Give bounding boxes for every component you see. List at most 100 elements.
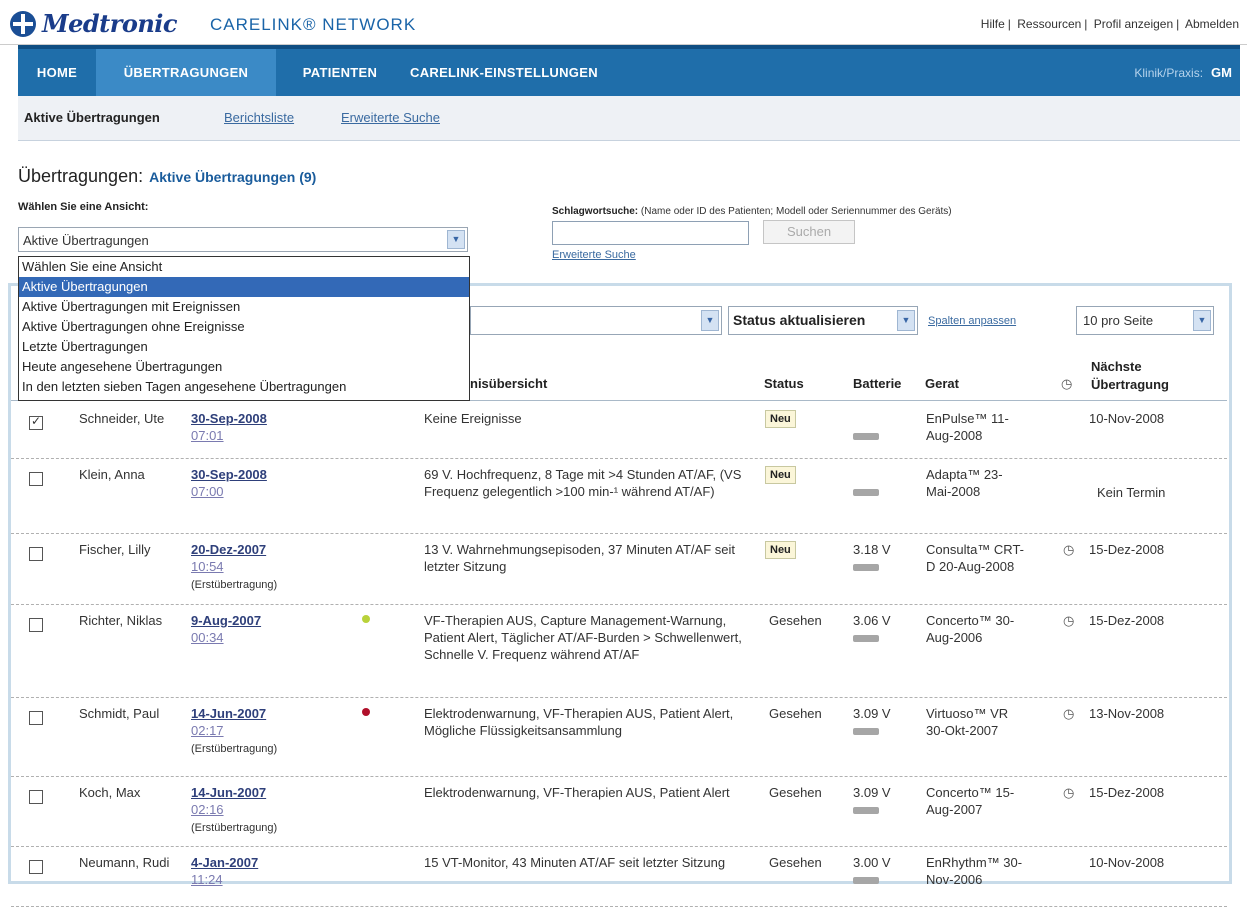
next-transmission: 10-Nov-2008: [1089, 855, 1165, 870]
row-checkbox[interactable]: [29, 860, 43, 874]
search-button[interactable]: Suchen: [763, 220, 855, 244]
per-page-value: 10 pro Seite: [1083, 313, 1154, 328]
clinic-label: Klinik/Praxis:: [1134, 66, 1204, 80]
battery-cell: 3.18 V: [853, 541, 913, 575]
row-checkbox[interactable]: [29, 414, 43, 430]
profile-link[interactable]: Profil anzeigen: [1094, 17, 1173, 31]
column-summary[interactable]: nisübersicht: [470, 376, 547, 391]
status-badge: Neu: [765, 410, 796, 428]
keyword-label-title: Schlagwortsuche:: [552, 206, 639, 217]
transmission-time-link[interactable]: 10:54: [191, 559, 224, 574]
status-badge: Neu: [765, 466, 796, 484]
view-option[interactable]: Aktive Übertragungen mit Ereignissen: [19, 297, 469, 317]
transmission-date-link[interactable]: 30-Sep-2008: [191, 467, 267, 482]
page-subtitle: Aktive Übertragungen (9): [149, 169, 317, 185]
alert-indicator-icon: [362, 708, 370, 716]
battery-icon: [853, 877, 879, 885]
patient-name[interactable]: Klein, Anna: [79, 466, 189, 483]
tab-patients[interactable]: PATIENTEN: [286, 49, 394, 96]
view-option-selected[interactable]: Aktive Übertragungen: [19, 277, 469, 297]
patient-name[interactable]: Schmidt, Paul: [79, 705, 189, 722]
row-checkbox[interactable]: [29, 790, 43, 804]
transmission-time-link[interactable]: 02:17: [191, 723, 224, 738]
medtronic-logo[interactable]: Medtronic: [10, 9, 178, 38]
view-option[interactable]: Heute angesehene Übertragungen: [19, 357, 469, 377]
transmission-datetime: 14-Jun-2007 02:16 (Erstübertragung): [191, 784, 341, 837]
view-option[interactable]: In den letzten sieben Tagen angesehene Ü…: [19, 377, 469, 397]
logout-link[interactable]: Abmelden: [1185, 17, 1239, 31]
column-next-line2: Übertragung: [1091, 377, 1169, 392]
transmission-time-link[interactable]: 07:01: [191, 428, 224, 443]
event-summary: 69 V. Hochfrequenz, 8 Tage mit >4 Stunde…: [424, 467, 742, 499]
battery-cell: 3.09 V: [853, 784, 913, 818]
patient-name[interactable]: Koch, Max: [79, 784, 189, 801]
transmission-date-link[interactable]: 30-Sep-2008: [191, 411, 267, 426]
column-device[interactable]: Gerat: [925, 376, 959, 391]
scheduled-clock-icon: ◷: [1063, 542, 1075, 557]
subnav-report-list[interactable]: Berichtsliste: [224, 110, 294, 125]
transmission-time-link[interactable]: 00:34: [191, 630, 224, 645]
row-checkbox[interactable]: [29, 711, 43, 725]
view-option[interactable]: Aktive Übertragungen ohne Ereignisse: [19, 317, 469, 337]
patient-name[interactable]: Richter, Niklas: [79, 612, 189, 629]
alert-indicator-icon: [362, 615, 370, 623]
row-checkbox[interactable]: [29, 472, 43, 486]
column-next-transmission[interactable]: Nächste Übertragung: [1091, 358, 1169, 394]
keyword-search-input[interactable]: [552, 221, 749, 245]
view-option[interactable]: Letzte Übertragungen: [19, 337, 469, 357]
transmission-time-link[interactable]: 07:00: [191, 484, 224, 499]
table-row[interactable]: Schneider, Ute30-Sep-2008 07:01 Keine Erei…: [11, 402, 1227, 459]
scheduled-clock-icon: ◷: [1063, 613, 1075, 628]
battery-icon: [853, 807, 879, 815]
action-select[interactable]: ▼: [470, 306, 722, 335]
device-info: Virtuoso™ VR 30-Okt-2007: [926, 706, 1009, 738]
table-row[interactable]: Neumann, Rudi 4-Jan-2007 11:24 15 VT-Monito…: [11, 846, 1227, 907]
transmission-date-link[interactable]: 4-Jan-2007: [191, 855, 258, 870]
customize-columns-link[interactable]: Spalten anpassen: [928, 315, 1016, 327]
battery-cell: 3.09 V: [853, 705, 913, 739]
tab-home[interactable]: HOME: [18, 49, 96, 96]
help-link[interactable]: Hilfe: [981, 17, 1005, 31]
patient-name[interactable]: Neumann, Rudi: [79, 854, 189, 871]
view-option[interactable]: Wählen Sie eine Ansicht: [19, 257, 469, 277]
table-row[interactable]: Richter, Niklas 9-Aug-2007 00:34 VF-Therapi…: [11, 604, 1227, 698]
column-battery[interactable]: Batterie: [853, 376, 901, 391]
first-transmission-note: (Erstübertragung): [191, 822, 278, 834]
device-info: Adapta™ 23-Mai-2008: [926, 467, 1003, 499]
battery-voltage: 3.09 V: [853, 706, 891, 721]
patient-name[interactable]: Fischer, Lilly: [79, 541, 189, 558]
advanced-search-link[interactable]: Erweiterte Suche: [552, 249, 636, 261]
view-select[interactable]: Aktive Übertragungen ▼: [18, 227, 468, 252]
sub-nav: Aktive Übertragungen Berichtsliste Erwei…: [18, 96, 1240, 141]
next-transmission: 15-Dez-2008: [1089, 542, 1165, 557]
battery-voltage: 3.09 V: [853, 785, 891, 800]
resources-link[interactable]: Ressourcen: [1017, 17, 1081, 31]
per-page-select[interactable]: 10 pro Seite ▼: [1076, 306, 1214, 335]
row-checkbox[interactable]: [29, 618, 43, 632]
top-bar: Medtronic CARELINK® NETWORK Hilfe | Resso…: [0, 0, 1247, 45]
transmission-time-link[interactable]: 02:16: [191, 802, 224, 817]
patient-name[interactable]: Schneider, Ute: [79, 410, 189, 427]
device-info: Concerto™ 15-Aug-2007: [926, 785, 1015, 817]
scheduled-clock-icon: ◷: [1063, 706, 1075, 721]
column-status[interactable]: Status: [764, 376, 804, 391]
table-row[interactable]: Klein, Anna 30-Sep-2008 07:00 69 V. Hochfre…: [11, 458, 1227, 534]
battery-icon: [853, 635, 879, 643]
transmission-date-link[interactable]: 14-Jun-2007: [191, 706, 266, 721]
table-row[interactable]: Schmidt, Paul 14-Jun-2007 02:17 (Erstübertr…: [11, 697, 1227, 777]
subnav-advanced-search[interactable]: Erweiterte Suche: [341, 110, 440, 125]
tab-transmissions[interactable]: ÜBERTRAGUNGEN: [96, 49, 276, 96]
subnav-active-transmissions[interactable]: Aktive Übertragungen: [24, 110, 160, 125]
table-row[interactable]: Koch, Max 14-Jun-2007 02:16 (Erstübertragun…: [11, 776, 1227, 847]
tab-carelink-settings[interactable]: CARELINK-EINSTELLUNGEN: [410, 49, 650, 96]
logo-text: Medtronic: [42, 9, 178, 38]
transmission-date-link[interactable]: 14-Jun-2007: [191, 785, 266, 800]
status-update-select[interactable]: Status aktualisieren ▼: [728, 306, 918, 335]
table-row[interactable]: Fischer, Lilly 20-Dez-2007 10:54 (Erstübert…: [11, 533, 1227, 605]
transmission-time-link[interactable]: 11:24: [191, 872, 223, 887]
transmission-date-link[interactable]: 20-Dez-2007: [191, 542, 266, 557]
event-summary: VF-Therapien AUS, Capture Management-War…: [424, 613, 742, 662]
transmission-date-link[interactable]: 9-Aug-2007: [191, 613, 261, 628]
row-checkbox[interactable]: [29, 547, 43, 561]
event-summary: 13 V. Wahrnehmungsepisoden, 37 Minuten A…: [424, 542, 735, 574]
